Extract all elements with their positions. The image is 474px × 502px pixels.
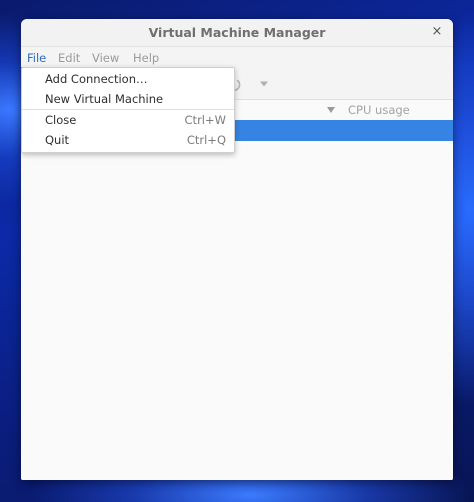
window-title: Virtual Machine Manager xyxy=(148,25,326,40)
menu-help[interactable]: Help xyxy=(133,51,159,65)
menu-item-new-virtual-machine[interactable]: New Virtual Machine xyxy=(22,89,234,109)
menu-item-label: Add Connection… xyxy=(45,72,148,86)
menu-file[interactable]: File xyxy=(27,51,46,65)
menu-item-quit[interactable]: Quit Ctrl+Q xyxy=(22,130,234,150)
chevron-down-icon[interactable] xyxy=(259,80,269,88)
menu-bar: File Edit View Help xyxy=(21,47,453,69)
triangle-down-icon[interactable] xyxy=(327,107,335,113)
menu-item-add-connection[interactable]: Add Connection… xyxy=(22,69,234,89)
menu-item-accelerator: Ctrl+Q xyxy=(186,133,226,147)
menu-item-accelerator: Ctrl+W xyxy=(184,113,226,127)
menu-view[interactable]: View xyxy=(92,51,119,65)
file-menu-dropdown: Add Connection… New Virtual Machine Clos… xyxy=(21,67,235,153)
close-button[interactable]: × xyxy=(430,24,444,40)
vm-list[interactable] xyxy=(21,141,453,480)
menu-item-label: New Virtual Machine xyxy=(45,92,164,106)
menu-item-label: Close xyxy=(45,113,77,127)
menu-item-close[interactable]: Close Ctrl+W xyxy=(22,110,234,130)
menu-edit[interactable]: Edit xyxy=(58,51,80,65)
title-bar[interactable]: Virtual Machine Manager × xyxy=(21,19,453,47)
menu-item-label: Quit xyxy=(45,133,70,147)
cpu-usage-column-header[interactable]: CPU usage xyxy=(348,103,410,117)
